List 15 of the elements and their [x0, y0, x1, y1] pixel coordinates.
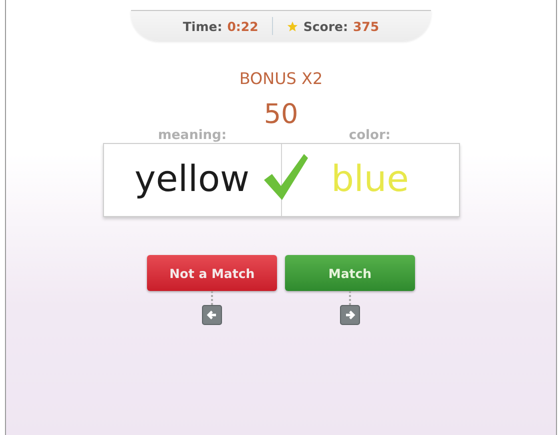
stat-label: Time: — [182, 18, 222, 34]
stat-label: Score: — [303, 18, 348, 34]
left-arrow-key-icon — [202, 305, 222, 325]
stat-value: 375 — [352, 18, 380, 34]
stat-value: 0:22 — [227, 18, 258, 34]
card-label: color: — [348, 128, 391, 143]
match-button[interactable]: Match — [285, 255, 415, 291]
bonus-text: BONUS X2 — [239, 69, 323, 88]
word-text: blue — [331, 160, 409, 200]
word-text: yellow — [134, 160, 250, 200]
not-match-button[interactable]: Not a Match — [147, 255, 277, 291]
star-icon — [287, 20, 298, 32]
points-text: 50 — [264, 100, 298, 130]
card-label: meaning: — [158, 128, 227, 143]
right-arrow-key-icon — [340, 305, 360, 325]
